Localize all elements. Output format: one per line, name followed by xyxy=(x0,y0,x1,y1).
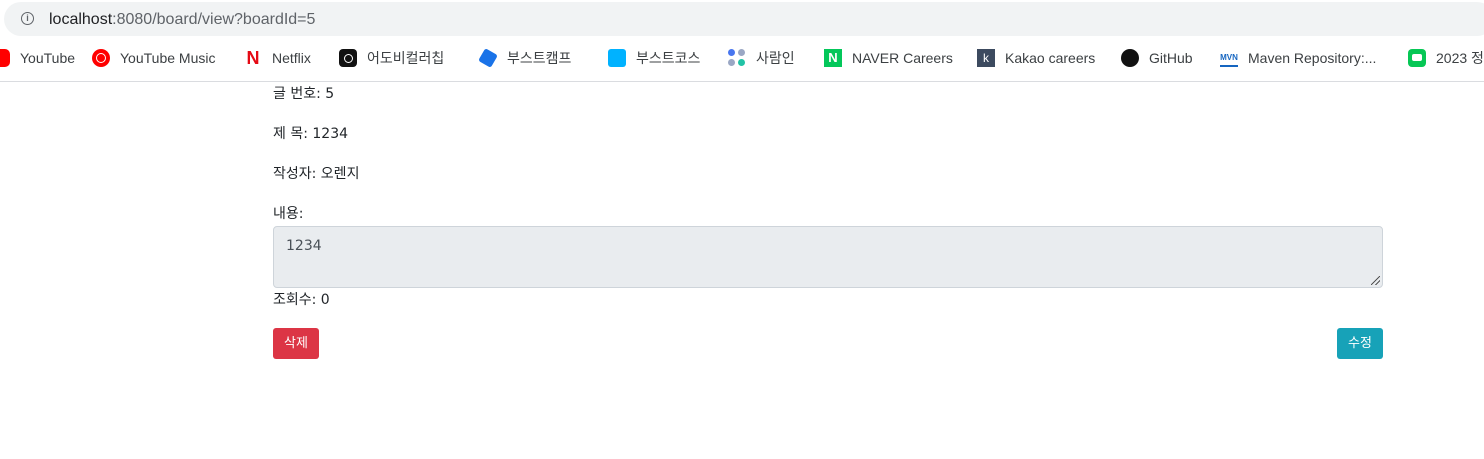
bookmark-boostcourse[interactable]: 부스트코스 xyxy=(604,47,700,69)
bookmark-label: NAVER Careers xyxy=(852,50,953,66)
post-views: 조회수: 0 xyxy=(273,292,330,308)
post-content-textarea[interactable]: 1234 xyxy=(273,226,1383,288)
browser-address-row: i localhost:8080/board/view?boardId=5 xyxy=(0,0,1484,38)
bookmark-label: Maven Repository:... xyxy=(1248,50,1377,66)
bookmark-youtube[interactable]: YouTube xyxy=(0,47,75,69)
post-title: 제 목: 1234 xyxy=(273,126,349,142)
post-content-label: 내용: xyxy=(273,206,304,222)
naver-icon: N xyxy=(824,49,842,67)
bookmark-maven-repository[interactable]: MVN Maven Repository:... xyxy=(1220,47,1376,69)
post-number: 글 번호: 5 xyxy=(273,86,335,102)
netflix-icon: N xyxy=(246,48,260,68)
bookmark-label: Netflix xyxy=(272,50,311,66)
bookmark-adobe-color[interactable]: 어도비컬러칩 xyxy=(339,47,444,69)
bookmark-label: 어도비컬러칩 xyxy=(367,50,445,66)
bookmark-label: Kakao careers xyxy=(1005,50,1096,66)
address-bar[interactable]: i localhost:8080/board/view?boardId=5 xyxy=(4,2,1484,36)
bookmark-label: YouTube xyxy=(20,50,76,66)
github-icon xyxy=(1121,49,1139,67)
boostcamp-icon xyxy=(478,48,498,68)
bookmark-label: YouTube Music xyxy=(120,50,216,66)
info-icon[interactable]: i xyxy=(21,12,34,25)
bookmarks-bar: YouTube YouTube Music N Netflix 어도비컬러칩 부… xyxy=(0,38,1484,82)
bookmark-label: 사람인 xyxy=(756,50,795,66)
bookmark-naver-careers[interactable]: N NAVER Careers xyxy=(824,47,953,69)
bookmark-label: 부스트캠프 xyxy=(507,50,572,66)
post-content-value: 1234 xyxy=(286,238,322,254)
line-icon xyxy=(1408,49,1426,67)
maven-icon: MVN xyxy=(1220,49,1238,67)
bookmark-label: GitHub xyxy=(1149,50,1193,66)
bookmark-boostcamp[interactable]: 부스트캠프 xyxy=(478,47,572,69)
url-path: :8080/board/view?boardId=5 xyxy=(112,11,316,28)
youtube-music-icon xyxy=(92,49,110,67)
bookmark-youtube-music[interactable]: YouTube Music xyxy=(92,47,215,69)
bookmark-2023[interactable]: 2023 정 xyxy=(1408,47,1484,69)
saramin-icon xyxy=(728,49,746,67)
resize-grip-icon[interactable] xyxy=(1371,276,1380,285)
kakao-icon: k xyxy=(977,49,995,67)
boostcourse-icon xyxy=(608,49,626,67)
youtube-icon xyxy=(0,49,10,67)
url-text[interactable]: localhost:8080/board/view?boardId=5 xyxy=(49,10,315,30)
delete-button[interactable]: 삭제 xyxy=(273,328,319,359)
bookmark-github[interactable]: GitHub xyxy=(1121,47,1193,69)
bookmark-label: 2023 정 xyxy=(1436,50,1484,66)
bookmark-label: 부스트코스 xyxy=(636,50,701,66)
post-author: 작성자: 오렌지 xyxy=(273,166,360,182)
adobe-color-icon xyxy=(339,49,357,67)
edit-button[interactable]: 수정 xyxy=(1337,328,1383,359)
url-host: localhost xyxy=(49,11,113,28)
bookmark-kakao-careers[interactable]: k Kakao careers xyxy=(977,47,1095,69)
bookmark-netflix[interactable]: N Netflix xyxy=(244,47,311,69)
bookmark-saramin[interactable]: 사람인 xyxy=(728,47,795,69)
